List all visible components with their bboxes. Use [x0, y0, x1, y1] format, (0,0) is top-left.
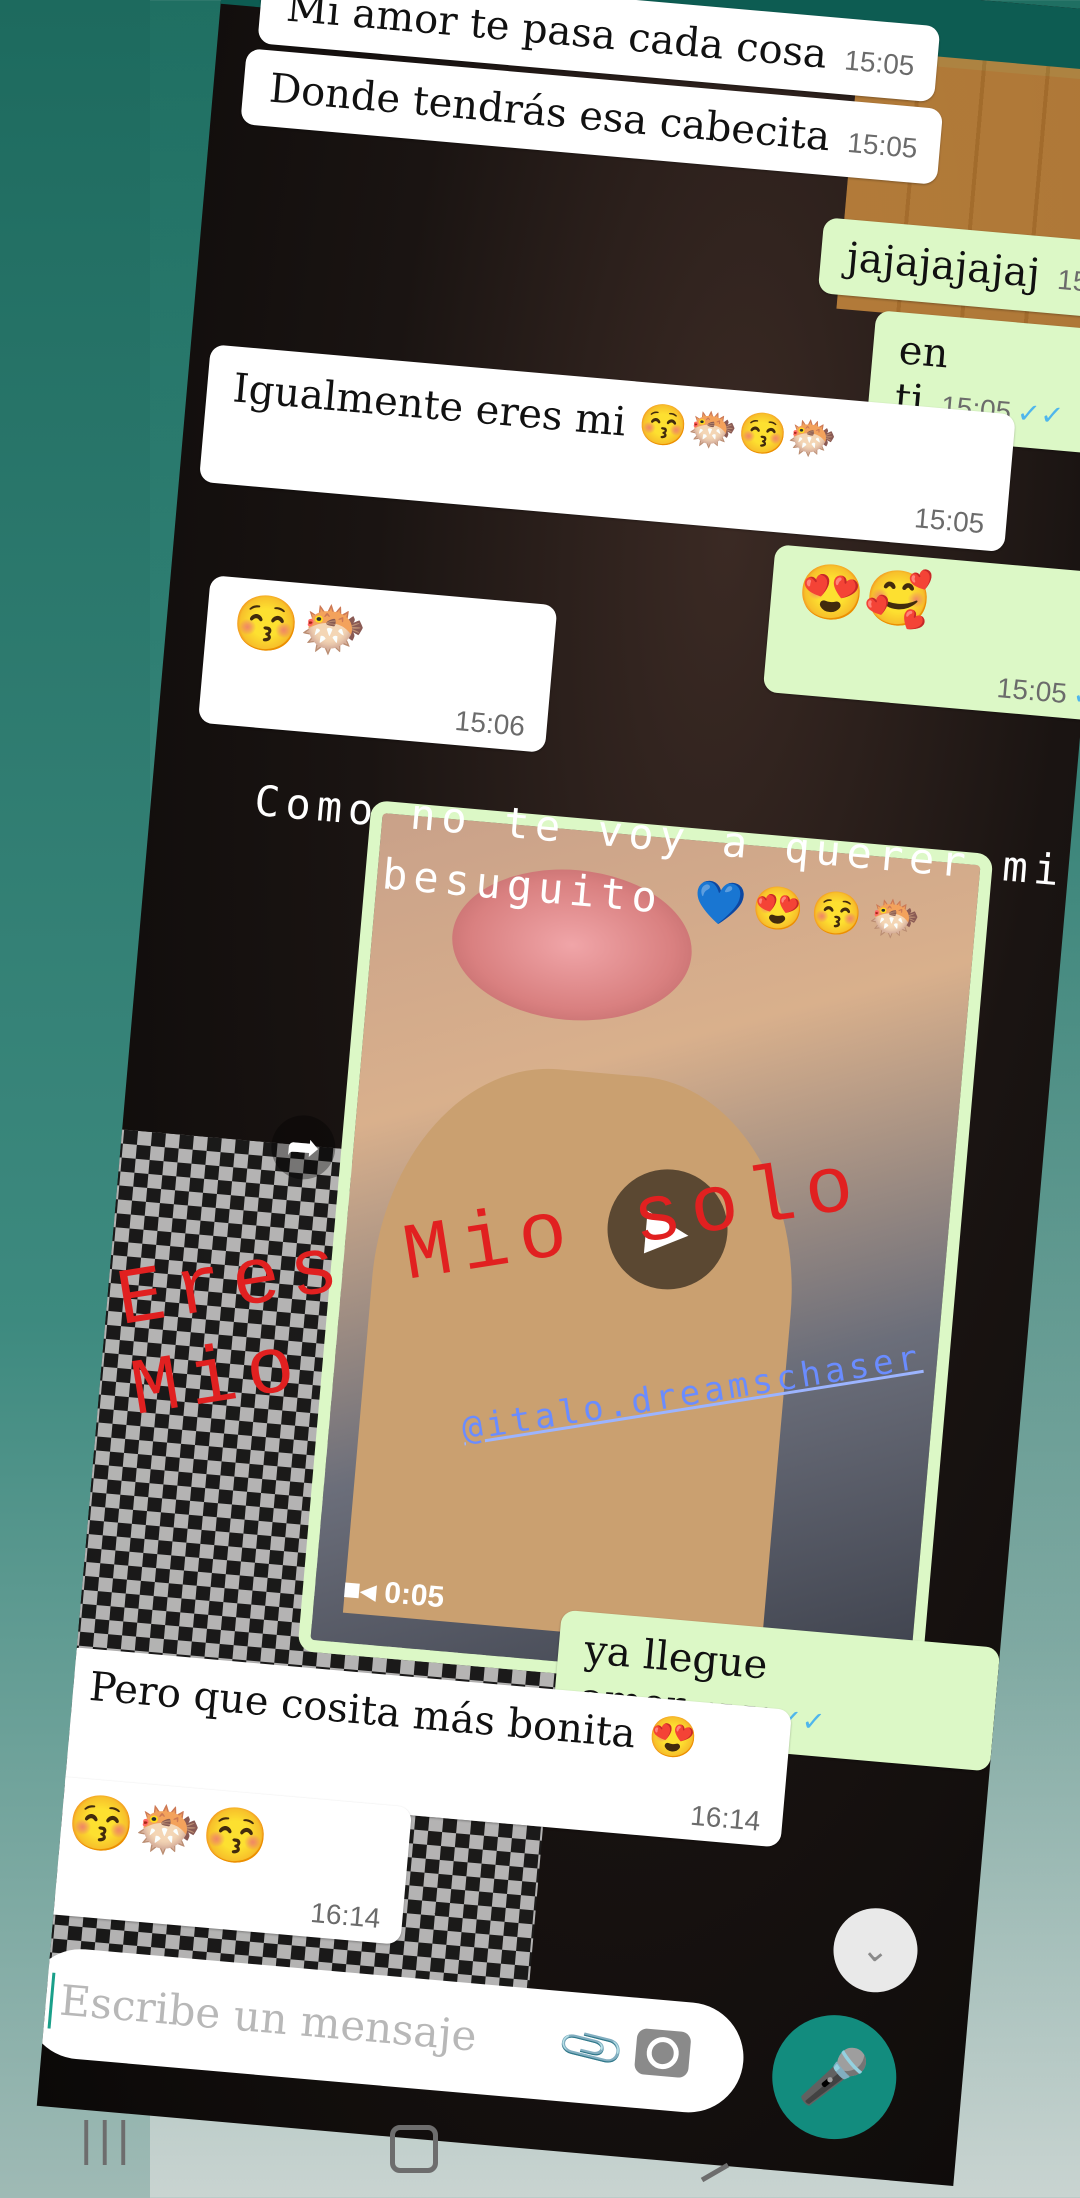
- paperclip-icon[interactable]: 📎: [554, 2011, 629, 2085]
- nav-home-icon[interactable]: [390, 2125, 438, 2173]
- message-time: 15:05: [1056, 263, 1080, 301]
- message-text: 😚🐡: [230, 589, 370, 664]
- nav-recents-icon[interactable]: |||: [80, 2112, 135, 2167]
- message-incoming[interactable]: 😚🐡 15:06: [197, 575, 558, 753]
- read-ticks-icon: ✓✓: [1071, 677, 1080, 715]
- message-time: 15:05: [913, 502, 986, 540]
- message-time: 15:06: [453, 705, 527, 742]
- read-ticks-icon: ✓✓: [1015, 395, 1066, 433]
- message-text: 😚🐡😚: [64, 1789, 272, 1870]
- message-text: jajajajajaj: [844, 234, 1042, 298]
- message-text: 😍🥰: [795, 558, 935, 633]
- message-time: 15:05: [995, 672, 1069, 710]
- camera-icon[interactable]: [633, 2027, 692, 2079]
- video-camera-icon: ■◂: [341, 1572, 386, 1610]
- message-time: 15:05: [846, 127, 919, 165]
- message-time: 15:05: [843, 44, 916, 82]
- nav-back-icon[interactable]: [700, 2162, 730, 2183]
- text-caret: [47, 1972, 56, 2029]
- phone-screen: Mi amor te pasa cada cosa 15:05 Donde ten…: [36, 0, 1080, 2186]
- message-time: 16:14: [689, 1799, 762, 1837]
- message-time: 16:14: [309, 1896, 382, 1934]
- video-duration-text: 0:05: [382, 1576, 446, 1615]
- microphone-icon[interactable]: 🎤: [767, 2009, 902, 2145]
- message-input[interactable]: Escribe un mensaje: [58, 1975, 479, 2060]
- chevron-double-down-icon[interactable]: ⌄: [829, 1904, 921, 1996]
- message-outgoing[interactable]: 😍🥰 15:05 ✓✓: [762, 544, 1080, 725]
